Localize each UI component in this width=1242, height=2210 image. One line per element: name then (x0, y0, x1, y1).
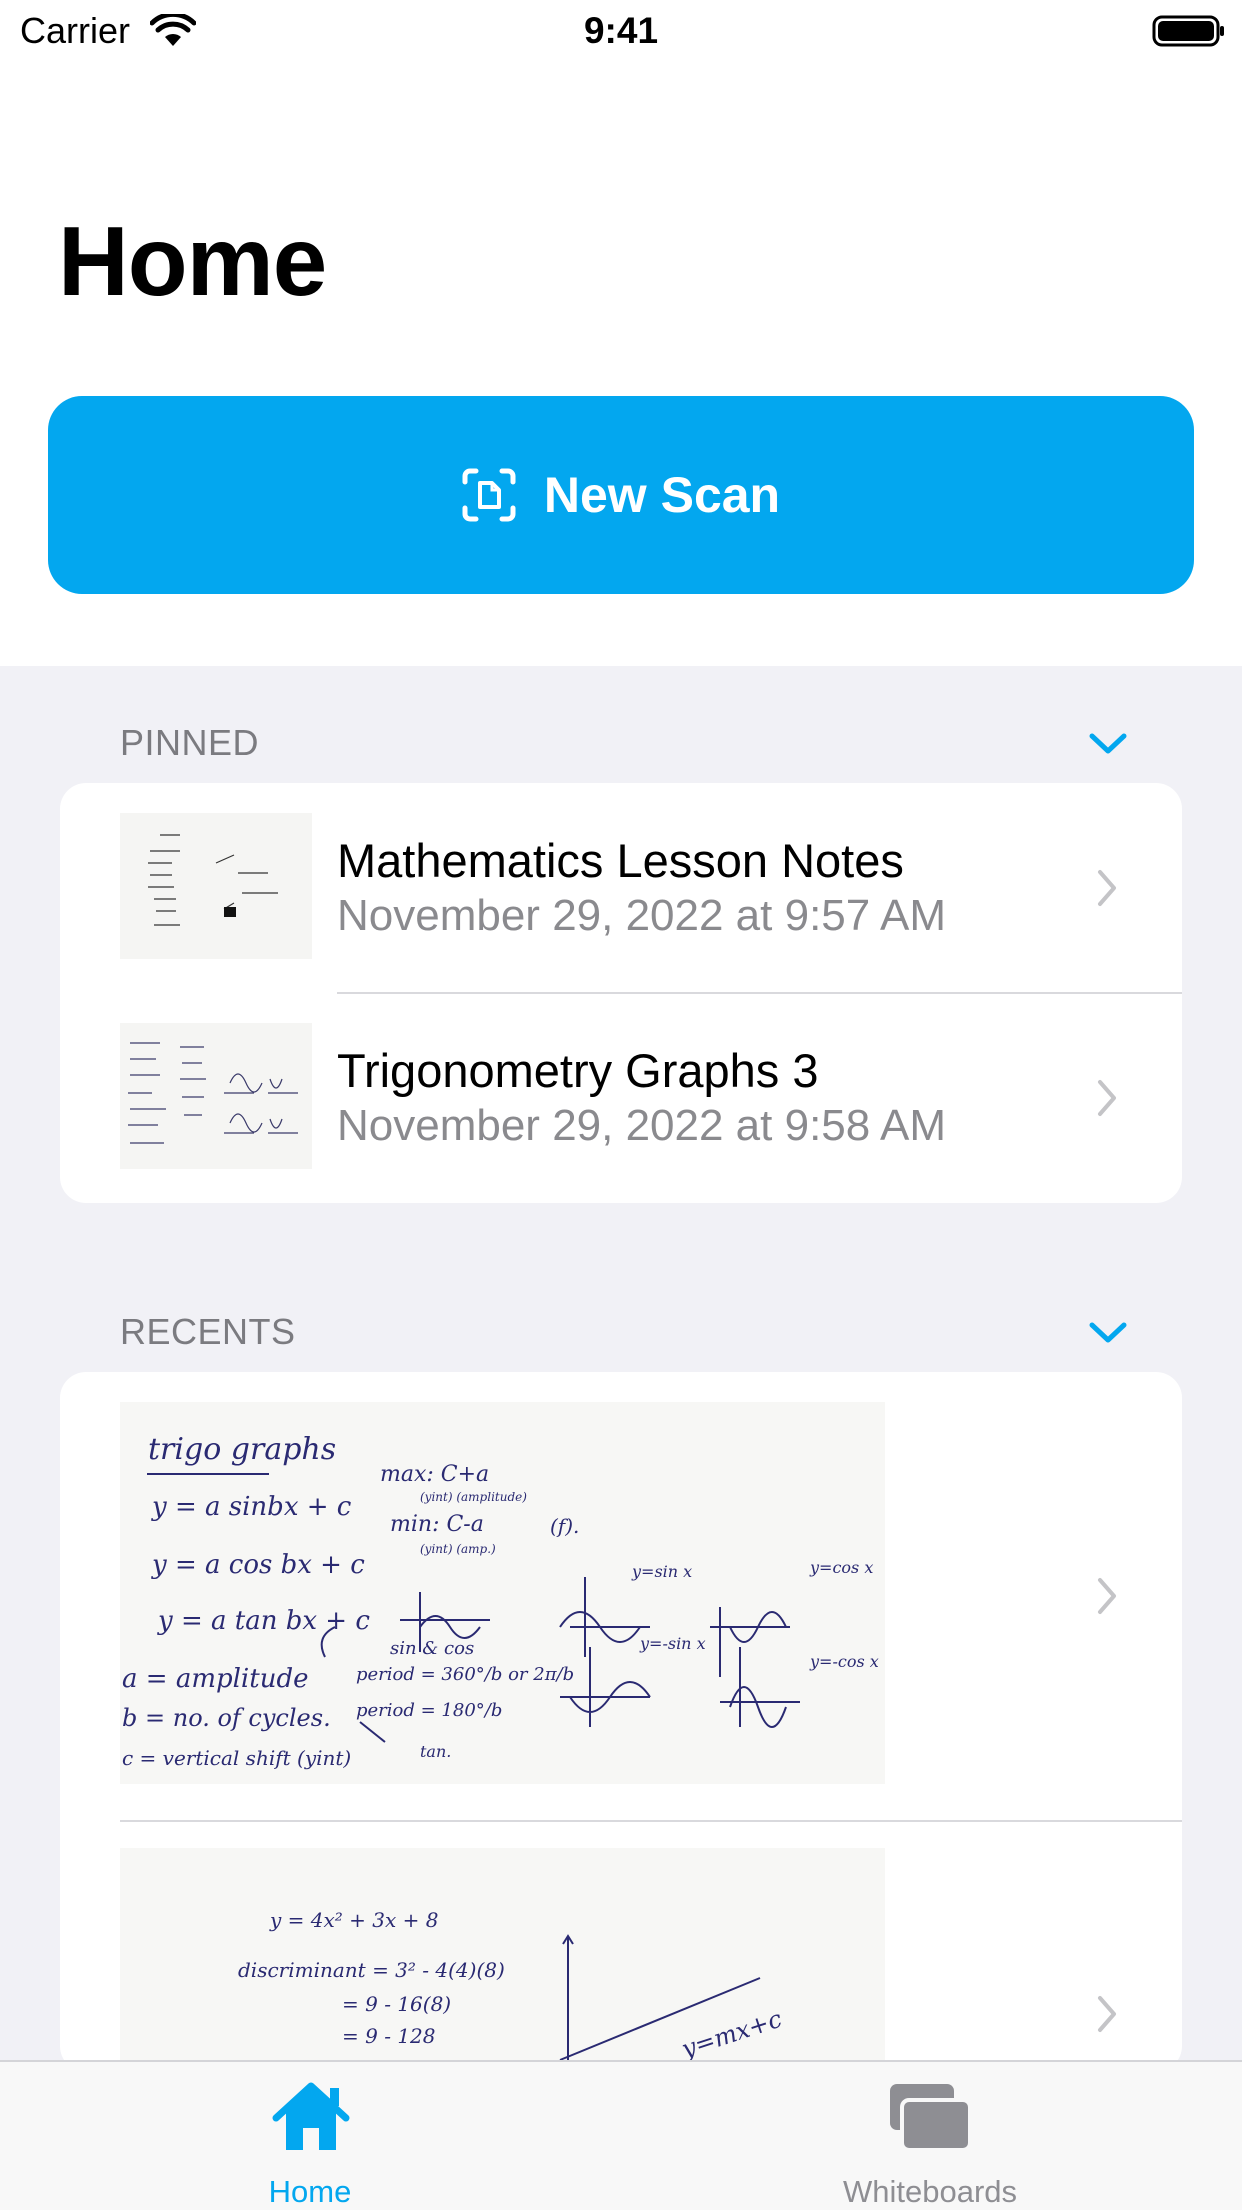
handwritten-formula: y = 4x² + 3x + 8 (270, 1908, 439, 1932)
handwritten-formula: period = 180°/b (356, 1700, 503, 1721)
handwritten-note: (yint) (amp.) (420, 1542, 496, 1556)
handwritten-formula: c = vertical shift (yint) (122, 1746, 352, 1770)
handwritten-formula: period = 360°/b or 2π/b (356, 1664, 575, 1685)
chevron-right-icon (1098, 1578, 1116, 1614)
tab-whiteboards[interactable]: Whiteboards (770, 2062, 1090, 2210)
handwritten-formula: a = amplitude (122, 1664, 309, 1694)
document-title: Mathematics Lesson Notes (337, 834, 904, 887)
graph-label: (f). (550, 1514, 580, 1538)
chevron-right-icon (1098, 1996, 1116, 2032)
handwritten-formula: max: C+a (380, 1462, 490, 1487)
recent-item[interactable]: y = 4x² + 3x + 8 discriminant = 3² - 4(4… (60, 1822, 1182, 2072)
page-title: Home (58, 206, 327, 316)
document-title: Trigonometry Graphs 3 (337, 1044, 819, 1097)
handwritten-note: (yint) (amplitude) (420, 1490, 527, 1504)
handwritten-formula: y = a sinbx + c (152, 1492, 352, 1522)
pinned-section-header: PINNED (120, 722, 260, 763)
handwritten-note: sin & cos (390, 1638, 475, 1659)
whiteboards-icon (890, 2084, 972, 2152)
handwritten-formula: y = a cos bx + c (152, 1550, 365, 1580)
pinned-card: Mathematics Lesson Notes November 29, 20… (60, 783, 1182, 1203)
tab-bar: Home Whiteboards (0, 2060, 1242, 2210)
scan-preview: trigo graphs y = a sinbx + c y = a cos b… (120, 1402, 885, 1784)
status-bar: Carrier 9:41 (0, 0, 1242, 62)
document-scanner-icon (462, 468, 516, 522)
new-scan-button[interactable]: New Scan (48, 396, 1194, 594)
handwritten-formula: discriminant = 3² - 4(4)(8) (238, 1958, 505, 1982)
graph-label: y=-sin x (640, 1634, 706, 1653)
chevron-down-icon[interactable] (1088, 1321, 1128, 1345)
handwritten-formula: y = a tan bx + c (158, 1606, 370, 1636)
new-scan-label: New Scan (543, 467, 781, 523)
handwritten-formula: = 9 - 128 (342, 2024, 436, 2048)
tab-whiteboards-label: Whiteboards (842, 2174, 1018, 2209)
document-thumbnail (120, 1023, 312, 1169)
handwritten-note: tan. (420, 1742, 452, 1761)
recent-item[interactable]: trigo graphs y = a sinbx + c y = a cos b… (60, 1372, 1182, 1820)
handwritten-formula: = 9 - 16(8) (342, 1992, 452, 2016)
clock: 9:41 (583, 10, 659, 51)
scan-preview: y = 4x² + 3x + 8 discriminant = 3² - 4(4… (120, 1848, 885, 2072)
pinned-item[interactable]: Mathematics Lesson Notes November 29, 20… (60, 783, 1182, 993)
document-thumbnail (120, 813, 312, 959)
handwritten-formula: trigo graphs (148, 1432, 337, 1467)
document-date: November 29, 2022 at 9:57 AM (337, 891, 947, 940)
graph-label: y=cos x (810, 1558, 874, 1577)
handwritten-formula: b = no. of cycles. (122, 1704, 331, 1732)
battery-icon (1152, 15, 1224, 47)
house-icon (272, 2082, 350, 2150)
tab-home-label: Home (268, 2174, 352, 2209)
chevron-right-icon (1098, 870, 1116, 906)
chevron-down-icon[interactable] (1088, 732, 1128, 756)
handwritten-formula: min: C-a (390, 1512, 484, 1537)
document-date: November 29, 2022 at 9:58 AM (337, 1101, 947, 1150)
pinned-item[interactable]: Trigonometry Graphs 3 November 29, 2022 … (60, 993, 1182, 1203)
tab-home[interactable]: Home (150, 2062, 470, 2210)
graph-label: y=sin x (632, 1562, 693, 1581)
chevron-right-icon (1098, 1080, 1116, 1116)
recents-card: trigo graphs y = a sinbx + c y = a cos b… (60, 1372, 1182, 2072)
recents-section-header: RECENTS (120, 1311, 296, 1352)
graph-label: y=-cos x (810, 1652, 879, 1671)
